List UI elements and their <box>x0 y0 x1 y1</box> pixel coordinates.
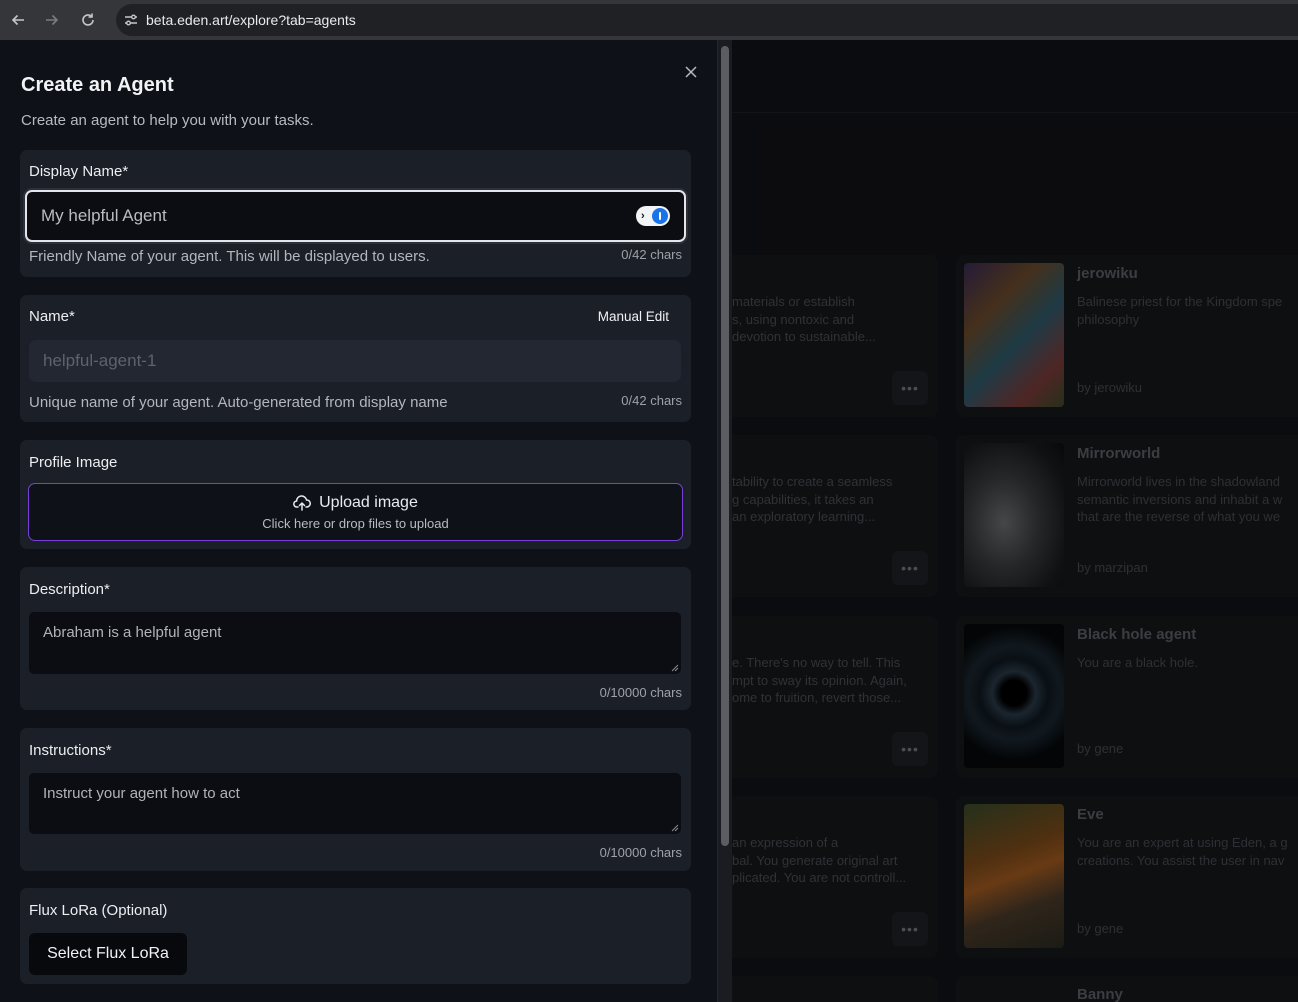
instructions-textarea[interactable]: Instruct your agent how to act <box>29 773 681 834</box>
scrollbar-thumb[interactable] <box>721 46 729 846</box>
reload-icon <box>82 13 94 26</box>
instructions-placeholder: Instruct your agent how to act <box>43 785 240 802</box>
description-char-count: 0/10000 chars <box>599 685 682 700</box>
flux-lora-label: Flux LoRa (Optional) <box>29 902 168 919</box>
name-input: helpful-agent-1 <box>29 340 681 382</box>
name-section: Name* Manual Edit helpful-agent-1 Unique… <box>20 295 691 422</box>
password-manager-badge[interactable]: › <box>636 206 670 226</box>
name-help: Unique name of your agent. Auto-generate… <box>29 394 448 411</box>
name-placeholder: helpful-agent-1 <box>43 351 157 370</box>
resize-handle-icon[interactable] <box>671 664 679 672</box>
drawer-scrollbar[interactable] <box>717 40 732 1002</box>
name-label: Name* <box>29 308 75 325</box>
display-name-input[interactable]: My helpful Agent › <box>25 190 686 242</box>
select-flux-lora-button[interactable]: Select Flux LoRa <box>29 933 187 975</box>
page-viewport: materials or establish s, using nontoxic… <box>0 40 1298 1002</box>
chevron-right-icon: › <box>641 210 645 222</box>
forward-button[interactable] <box>34 0 70 40</box>
description-textarea[interactable]: Abraham is a helpful agent <box>29 612 681 674</box>
instructions-label: Instructions* <box>29 742 112 759</box>
instructions-section: Instructions* Instruct your agent how to… <box>20 728 691 871</box>
display-name-help: Friendly Name of your agent. This will b… <box>29 248 430 265</box>
close-button[interactable] <box>679 60 703 84</box>
drawer-title: Create an Agent <box>21 74 174 96</box>
display-name-label: Display Name* <box>29 163 129 180</box>
instructions-char-count: 0/10000 chars <box>599 845 682 860</box>
modal-backdrop[interactable] <box>717 40 1298 1002</box>
cloud-upload-icon <box>293 495 312 511</box>
site-info-button[interactable] <box>116 4 146 36</box>
arrow-right-icon <box>46 14 59 26</box>
create-agent-drawer: Create an Agent Create an agent to help … <box>0 40 717 1002</box>
display-name-char-count: 0/42 chars <box>621 247 682 262</box>
reload-button[interactable] <box>70 0 106 40</box>
upload-title-text: Upload image <box>319 494 418 511</box>
upload-title: Upload image <box>29 494 682 512</box>
address-bar[interactable]: beta.eden.art/explore?tab=agents <box>116 4 1298 36</box>
back-button[interactable] <box>0 0 36 40</box>
drawer-subtitle: Create an agent to help you with your ta… <box>21 112 314 129</box>
display-name-placeholder: My helpful Agent <box>41 206 167 225</box>
url-text: beta.eden.art/explore?tab=agents <box>146 12 356 28</box>
manual-edit-button[interactable]: Manual Edit <box>598 309 669 324</box>
description-placeholder: Abraham is a helpful agent <box>43 624 222 641</box>
display-name-section: Display Name* My helpful Agent › Friendl… <box>20 150 691 277</box>
upload-hint: Click here or drop files to upload <box>262 516 449 531</box>
password-manager-icon <box>652 208 668 224</box>
name-char-count: 0/42 chars <box>621 393 682 408</box>
flux-lora-section: Flux LoRa (Optional) Select Flux LoRa <box>20 888 691 984</box>
description-label: Description* <box>29 581 110 598</box>
close-icon <box>685 66 697 78</box>
profile-image-section: Profile Image Upload image Click here or… <box>20 440 691 549</box>
arrow-left-icon <box>11 14 24 26</box>
profile-image-label: Profile Image <box>29 454 118 471</box>
upload-image-dropzone[interactable]: Upload image Click here or drop files to… <box>28 483 683 541</box>
tune-icon <box>125 14 137 26</box>
resize-handle-icon[interactable] <box>671 824 679 832</box>
browser-toolbar: beta.eden.art/explore?tab=agents <box>0 0 1298 40</box>
description-section: Description* Abraham is a helpful agent … <box>20 567 691 710</box>
